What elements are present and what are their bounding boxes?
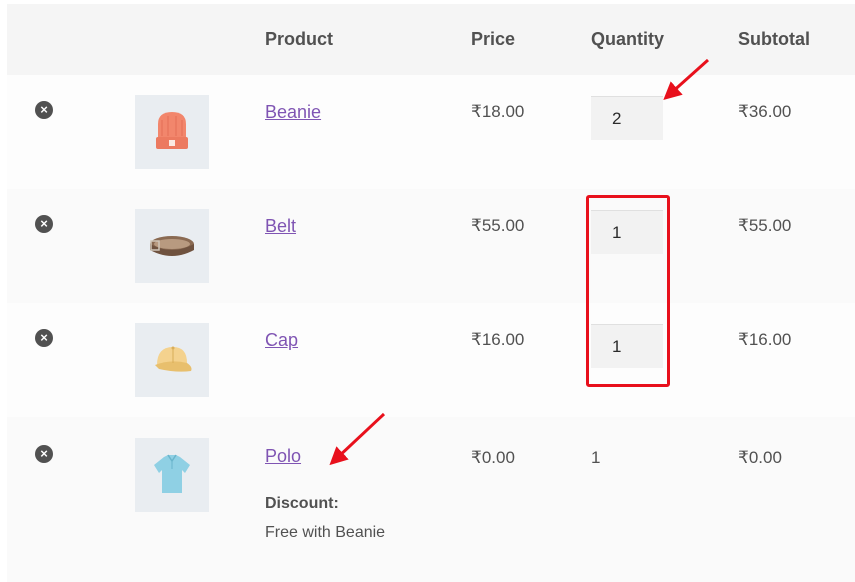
annotation-arrow-icon [329, 58, 710, 466]
